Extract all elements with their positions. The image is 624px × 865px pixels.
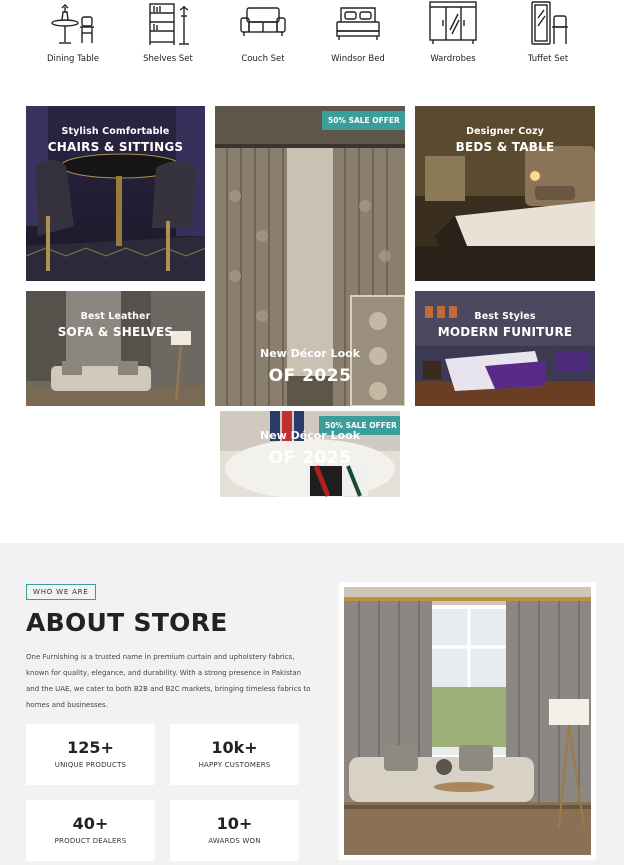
stat-card: 125+ UNIQUE PRODUCTS	[26, 724, 155, 785]
promo-title: CHAIRS & SITTINGS	[47, 140, 184, 154]
stat-value: 10k+	[211, 738, 258, 757]
sale-badge: 50% SALE OFFER	[322, 111, 405, 130]
couch-icon	[240, 7, 286, 36]
category-wardrobes[interactable]: Wardrobes	[413, 0, 493, 64]
category-label: Shelves Set	[143, 54, 193, 64]
category-couch-set[interactable]: Couch Set	[223, 0, 303, 64]
category-label: Wardrobes	[430, 54, 476, 64]
living-room-image	[344, 587, 591, 855]
wardrobe-icon	[429, 1, 477, 44]
stat-card: 40+ PRODUCT DEALERS	[26, 800, 155, 861]
section-tag: WHO WE ARE	[26, 584, 96, 600]
promo-subtitle: New Décor Look	[259, 347, 361, 360]
about-section: WHO WE ARE ABOUT STORE One Furnishing is…	[0, 543, 624, 865]
stat-value: 40+	[72, 814, 109, 833]
category-shelves-set[interactable]: Shelves Set	[128, 0, 208, 64]
category-dining-table[interactable]: Dining Table	[33, 0, 113, 64]
promo-cushion-tile[interactable]: 50% SALE OFFER New Décor Look OF 2025	[220, 411, 400, 497]
promo-title: SOFA & SHELVES	[57, 325, 174, 339]
stat-label: PRODUCT DEALERS	[54, 837, 127, 845]
stat-label: UNIQUE PRODUCTS	[54, 761, 127, 769]
about-description: One Furnishing is a trusted name in prem…	[26, 653, 311, 709]
promo-subtitle: Stylish Comfortable	[61, 126, 170, 137]
about-photo	[339, 582, 596, 860]
promo-subtitle: Best Leather	[80, 311, 151, 322]
stat-card: 10k+ HAPPY CUSTOMERS	[170, 724, 299, 785]
promo-title: OF 2025	[268, 366, 352, 386]
promo-subtitle: Designer Cozy	[466, 126, 544, 137]
modern-room-image	[415, 291, 595, 406]
bed-icon	[336, 7, 380, 40]
shelves-icon	[149, 3, 189, 45]
promo-curtain-tile[interactable]: 50% SALE OFFER New Décor Look OF 2025	[215, 106, 405, 406]
dining-table-icon	[51, 4, 94, 44]
category-label: Windsor Bed	[331, 54, 385, 64]
promo-sofa-tile[interactable]: Best Leather SOFA & SHELVES	[26, 291, 205, 406]
sofa-room-image	[26, 291, 205, 406]
stat-label: HAPPY CUSTOMERS	[198, 761, 271, 769]
about-title: ABOUT STORE	[26, 608, 228, 637]
promo-title: MODERN FUNITURE	[437, 325, 573, 339]
tuffet-icon	[531, 1, 568, 45]
promo-title: BEDS & TABLE	[455, 140, 555, 154]
category-label: Couch Set	[241, 54, 285, 64]
category-windsor-bed[interactable]: Windsor Bed	[318, 0, 398, 64]
stat-label: AWARDS WON	[208, 837, 261, 845]
category-label: Dining Table	[46, 54, 100, 64]
category-label: Tuffet Set	[527, 54, 569, 64]
promo-modern-tile[interactable]: Best Styles MODERN FUNITURE	[415, 291, 595, 406]
promo-subtitle: Best Styles	[474, 311, 536, 322]
category-tuffet-set[interactable]: Tuffet Set	[508, 0, 588, 64]
stat-value: 10+	[216, 814, 253, 833]
promo-subtitle: New Décor Look	[259, 429, 361, 442]
promo-chairs-tile[interactable]: Stylish Comfortable CHAIRS & SITTINGS	[26, 106, 205, 281]
stat-value: 125+	[67, 738, 114, 757]
promo-title: OF 2025	[268, 448, 352, 468]
promo-beds-tile[interactable]: Designer Cozy BEDS & TABLE	[415, 106, 595, 281]
stat-card: 10+ AWARDS WON	[170, 800, 299, 861]
category-row: Dining Table Shelves Set Couch Set Winds…	[0, 0, 624, 80]
